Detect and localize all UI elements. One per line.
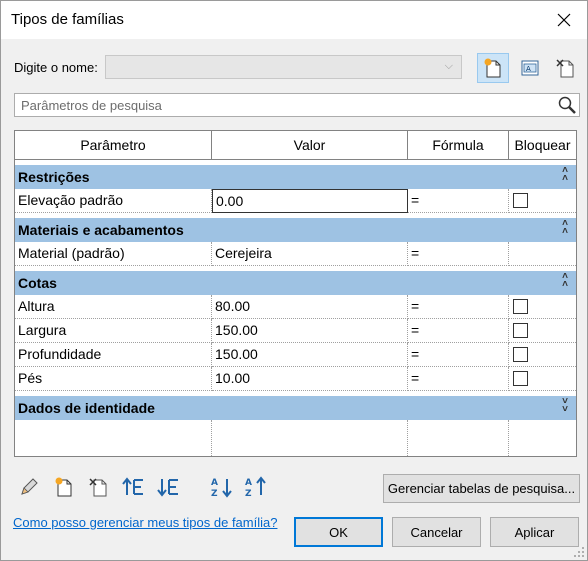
sort-ascending-icon: A Z (211, 478, 232, 498)
empty-cell (408, 420, 509, 456)
group-dados-identidade[interactable]: Dados de identidade ˅ ˅ (15, 396, 576, 420)
type-name-dropdown[interactable]: ⌵ (105, 55, 462, 79)
sort-descending-button[interactable]: A Z (243, 475, 269, 499)
empty-cell (15, 420, 212, 456)
header-lock[interactable]: Bloquear (509, 131, 576, 160)
param-name: Pés (15, 367, 212, 391)
group-title: Materiais e acabamentos (18, 222, 184, 238)
lock-checkbox[interactable] (513, 347, 528, 362)
svg-text:A: A (526, 65, 531, 73)
param-name: Material (padrão) (15, 242, 212, 266)
group-title: Restrições (18, 169, 90, 185)
table-row: Pés 10.00 = (15, 367, 576, 391)
family-types-dialog: Tipos de famílias Digite o nome: ⌵ A Par… (0, 0, 588, 561)
search-icon[interactable] (557, 95, 577, 118)
lock-cell (509, 367, 576, 391)
delete-type-button[interactable] (550, 53, 582, 83)
chevron-down-icon: ⌵ (444, 60, 453, 72)
rename-type-icon: A (521, 60, 539, 76)
param-value[interactable]: 80.00 (212, 295, 408, 319)
search-input[interactable] (19, 96, 549, 114)
rename-type-button[interactable]: A (514, 53, 546, 83)
param-name: Largura (15, 319, 212, 343)
close-icon (557, 13, 571, 27)
collapse-icon[interactable]: ˄ ˄ (562, 219, 568, 237)
param-formula[interactable]: = (408, 242, 509, 266)
ok-button[interactable]: OK (294, 517, 383, 547)
param-formula[interactable]: = (408, 319, 509, 343)
param-formula[interactable]: = (408, 295, 509, 319)
group-cotas[interactable]: Cotas ˄ ˄ (15, 271, 576, 295)
lock-cell (509, 295, 576, 319)
edit-parameter-button[interactable] (16, 475, 42, 499)
header-value[interactable]: Valor (212, 131, 408, 160)
empty-cell (509, 420, 576, 456)
collapse-icon[interactable]: ˄ ˄ (562, 166, 568, 184)
move-down-icon (157, 479, 178, 497)
delete-parameter-button[interactable] (86, 475, 112, 499)
param-formula[interactable]: = (408, 189, 509, 213)
svg-text:Z: Z (245, 489, 252, 498)
lock-checkbox[interactable] (513, 371, 528, 386)
lock-checkbox[interactable] (513, 193, 528, 208)
lock-cell (509, 319, 576, 343)
param-value-input[interactable]: 0.00 (212, 189, 408, 213)
cancel-button[interactable]: Cancelar (392, 517, 481, 547)
group-restricoes[interactable]: Restrições ˄ ˄ (15, 165, 576, 189)
lock-cell (509, 189, 576, 213)
group-title: Dados de identidade (18, 400, 155, 416)
group-materiais[interactable]: Materiais e acabamentos ˄ ˄ (15, 218, 576, 242)
param-value[interactable]: 150.00 (212, 343, 408, 367)
expand-icon[interactable]: ˅ ˅ (562, 397, 568, 415)
new-parameter-button[interactable] (51, 475, 77, 499)
type-name-label: Digite o nome: (14, 60, 98, 75)
param-value[interactable]: Cerejeira (212, 242, 408, 266)
empty-row (15, 420, 576, 456)
header-formula[interactable]: Fórmula (408, 131, 509, 160)
collapse-icon[interactable]: ˄ ˄ (562, 272, 568, 290)
parameters-grid: Parâmetro Valor Fórmula Bloquear Restriç… (14, 130, 577, 457)
delete-type-icon (556, 59, 574, 78)
table-row: Profundidade 150.00 = (15, 343, 576, 367)
param-formula[interactable]: = (408, 343, 509, 367)
svg-text:A: A (245, 478, 252, 488)
table-row: Altura 80.00 = (15, 295, 576, 319)
param-name: Elevação padrão (15, 189, 212, 213)
title-bar: Tipos de famílias (1, 1, 587, 39)
param-name: Altura (15, 295, 212, 319)
pencil-icon (21, 478, 38, 495)
param-value[interactable]: 150.00 (212, 319, 408, 343)
sort-ascending-button[interactable]: A Z (209, 475, 235, 499)
apply-button[interactable]: Aplicar (490, 517, 579, 547)
move-up-icon (122, 477, 143, 495)
group-title: Cotas (18, 275, 57, 291)
empty-cell (212, 420, 408, 456)
move-down-button[interactable] (156, 475, 182, 499)
window-title: Tipos de famílias (11, 11, 124, 28)
move-up-button[interactable] (121, 475, 147, 499)
lock-checkbox[interactable] (513, 323, 528, 338)
sort-descending-icon: A Z (245, 476, 266, 498)
help-link[interactable]: Como posso gerenciar meus tipos de famíl… (13, 515, 277, 530)
table-row: Largura 150.00 = (15, 319, 576, 343)
manage-lookup-tables-button[interactable]: Gerenciar tabelas de pesquisa... (383, 474, 580, 503)
lock-cell (509, 343, 576, 367)
header-parameter[interactable]: Parâmetro (15, 131, 212, 160)
lock-cell (509, 242, 576, 266)
table-row: Material (padrão) Cerejeira = (15, 242, 576, 266)
search-box (14, 93, 580, 117)
new-type-button[interactable] (477, 53, 509, 83)
lock-checkbox[interactable] (513, 299, 528, 314)
svg-text:A: A (211, 478, 218, 488)
param-value[interactable]: 10.00 (212, 367, 408, 391)
param-formula[interactable]: = (408, 367, 509, 391)
new-type-icon (484, 58, 501, 78)
table-row: Elevação padrão 0.00 = (15, 189, 576, 213)
resize-grip-icon[interactable] (573, 546, 585, 558)
close-button[interactable] (541, 1, 587, 39)
new-parameter-icon (55, 477, 72, 497)
svg-text:Z: Z (211, 489, 218, 498)
param-name: Profundidade (15, 343, 212, 367)
delete-parameter-icon (89, 478, 107, 497)
